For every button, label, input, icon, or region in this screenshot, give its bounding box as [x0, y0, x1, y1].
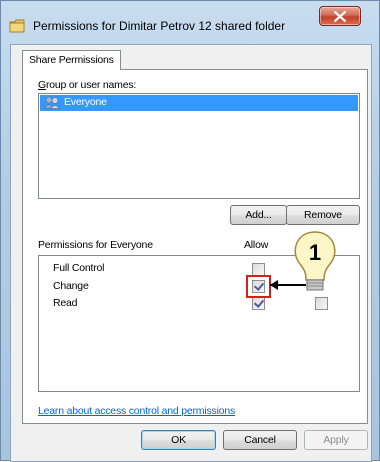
window-title: Permissions for Dimitar Petrov 12 shared…: [33, 19, 286, 33]
title-bar: Permissions for Dimitar Petrov 12 shared…: [1, 1, 380, 43]
list-item-label: Everyone: [64, 96, 107, 108]
list-item[interactable]: Everyone: [40, 95, 358, 111]
add-button[interactable]: Add...: [230, 205, 287, 225]
users-icon: [44, 96, 61, 109]
group-list[interactable]: Everyone: [38, 93, 360, 199]
perm-read-label: Read: [53, 297, 78, 309]
close-icon: [334, 11, 346, 22]
perm-change-label: Change: [53, 280, 89, 292]
cancel-button[interactable]: Cancel: [223, 430, 297, 450]
allow-header: Allow: [244, 239, 269, 251]
group-names-label-text: roup or user names:: [45, 79, 137, 91]
read-allow-checkbox[interactable]: [252, 297, 265, 310]
callout-number: 1: [309, 240, 321, 265]
close-button[interactable]: [319, 6, 361, 26]
perm-full-control-label: Full Control: [53, 262, 105, 274]
folder-icon: [9, 19, 25, 33]
access-control-link[interactable]: Learn about access control and permissio…: [38, 405, 235, 417]
remove-button[interactable]: Remove: [286, 205, 360, 225]
ok-button[interactable]: OK: [141, 430, 216, 450]
permissions-label: Permissions for Everyone: [38, 239, 153, 251]
apply-button[interactable]: Apply: [304, 430, 368, 450]
tab-share-permissions[interactable]: Share Permissions: [22, 50, 121, 70]
callout-annotation: 1: [270, 231, 336, 291]
group-names-label: Group or user names:: [38, 79, 137, 91]
